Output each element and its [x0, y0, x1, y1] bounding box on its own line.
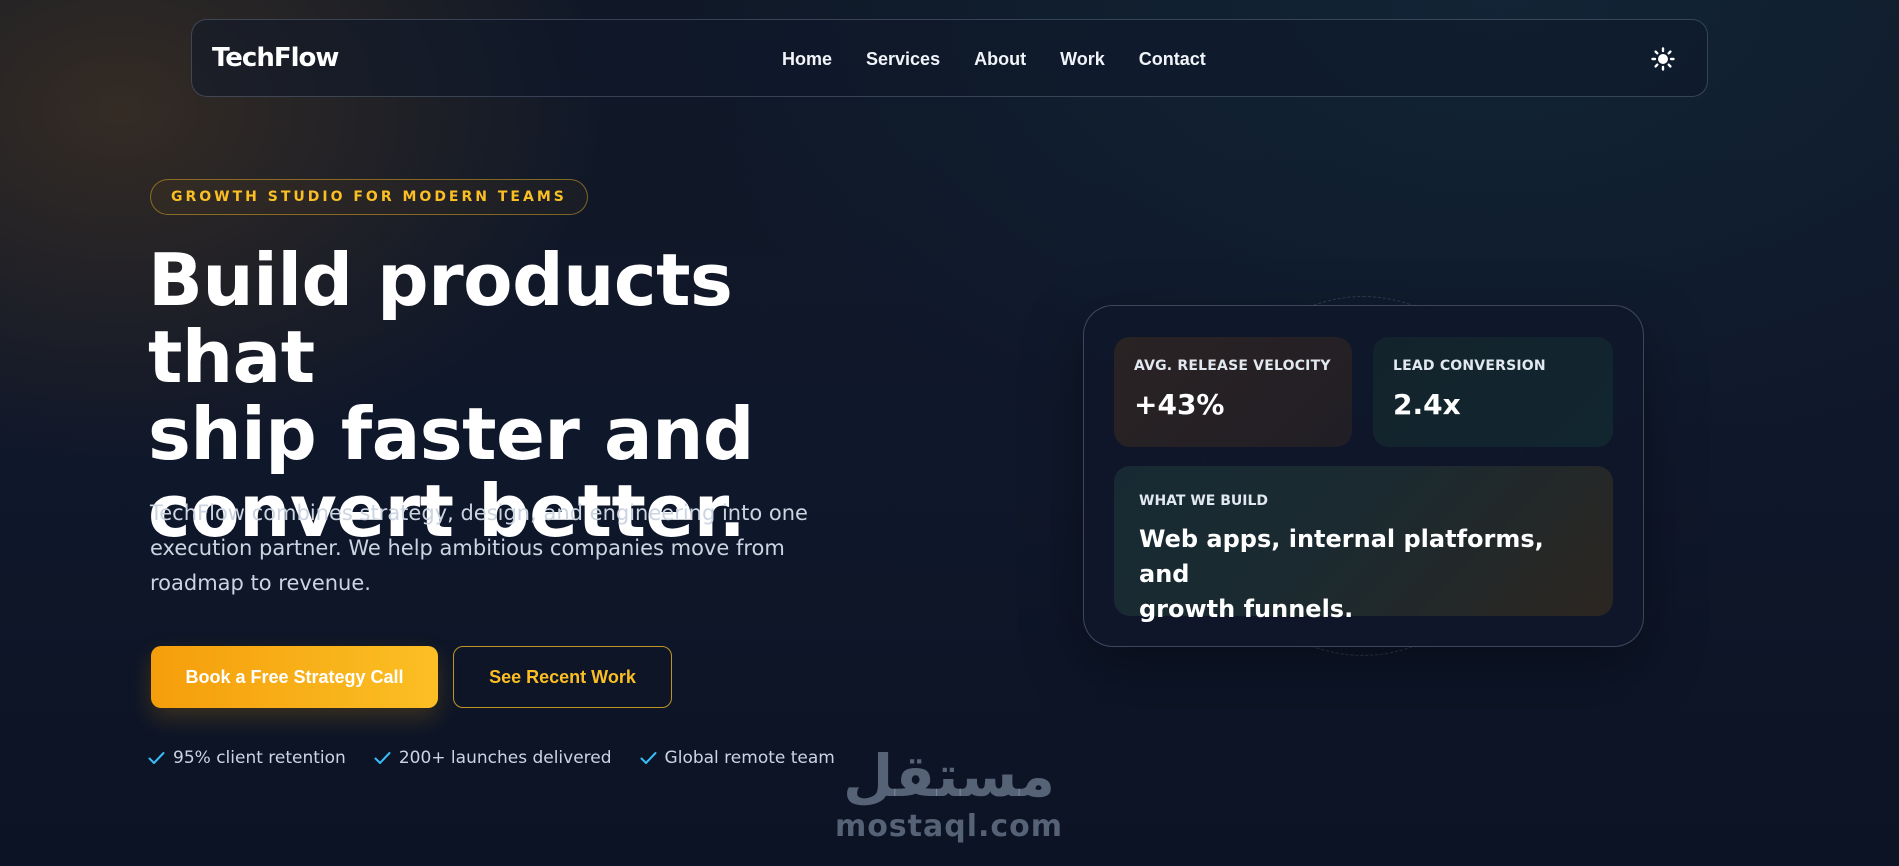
- description-line: roadmap to revenue.: [150, 571, 371, 595]
- description-line: execution partner. We help ambitious com…: [150, 536, 785, 560]
- nav-link-work[interactable]: Work: [1060, 47, 1105, 71]
- proof-points: 95% client retention 200+ launches deliv…: [148, 748, 835, 768]
- check-icon: [640, 752, 657, 764]
- check-icon: [374, 752, 391, 764]
- stat-label: AVG. RELEASE VELOCITY: [1134, 358, 1331, 374]
- proof-item: 95% client retention: [148, 748, 346, 768]
- build-line: growth funnels.: [1139, 595, 1354, 623]
- hero-description: TechFlow combines strategy, design, and …: [150, 496, 870, 601]
- build-label: WHAT WE BUILD: [1139, 493, 1269, 509]
- see-recent-work-button[interactable]: See Recent Work: [453, 646, 672, 708]
- watermark-arabic: مستقل: [842, 742, 1056, 810]
- sun-icon: [1651, 47, 1675, 71]
- headline-line: ship faster and: [148, 392, 754, 476]
- hero-eyebrow-badge: GROWTH STUDIO FOR MODERN TEAMS: [150, 179, 588, 215]
- nav-link-about[interactable]: About: [974, 47, 1026, 71]
- metrics-card: AVG. RELEASE VELOCITY +43% LEAD CONVERSI…: [1083, 305, 1644, 647]
- nav-link-services[interactable]: Services: [866, 47, 940, 71]
- watermark: مستقل mostaql.com: [834, 742, 1064, 844]
- theme-toggle-button[interactable]: [1649, 45, 1677, 73]
- stat-value: +43%: [1134, 388, 1225, 421]
- proof-item-label: Global remote team: [664, 748, 835, 768]
- top-navigation: TechFlow Home Services About Work Contac…: [191, 19, 1708, 97]
- stat-label: LEAD CONVERSION: [1393, 358, 1546, 374]
- nav-link-home[interactable]: Home: [782, 47, 832, 71]
- check-icon: [148, 752, 165, 764]
- proof-item: 200+ launches delivered: [374, 748, 612, 768]
- stat-lead-conversion: LEAD CONVERSION 2.4x: [1373, 337, 1613, 447]
- what-we-build-panel: WHAT WE BUILD Web apps, internal platfor…: [1114, 466, 1613, 623]
- watermark-latin: mostaql.com: [834, 809, 1064, 844]
- build-description: Web apps, internal platforms, and growth…: [1139, 522, 1588, 627]
- proof-item: Global remote team: [640, 748, 835, 768]
- build-line: Web apps, internal platforms, and: [1139, 525, 1544, 588]
- proof-item-label: 200+ launches delivered: [398, 748, 612, 768]
- brand-logo[interactable]: TechFlow: [212, 42, 339, 74]
- book-strategy-call-button[interactable]: Book a Free Strategy Call: [151, 646, 438, 708]
- description-line: TechFlow combines strategy, design, and …: [150, 501, 808, 525]
- nav-link-contact[interactable]: Contact: [1139, 47, 1206, 71]
- stat-release-velocity: AVG. RELEASE VELOCITY +43%: [1114, 337, 1352, 447]
- headline-line: Build products that: [148, 238, 733, 399]
- proof-item-label: 95% client retention: [173, 748, 346, 768]
- nav-links: Home Services About Work Contact: [782, 47, 1206, 71]
- stat-value: 2.4x: [1393, 388, 1461, 421]
